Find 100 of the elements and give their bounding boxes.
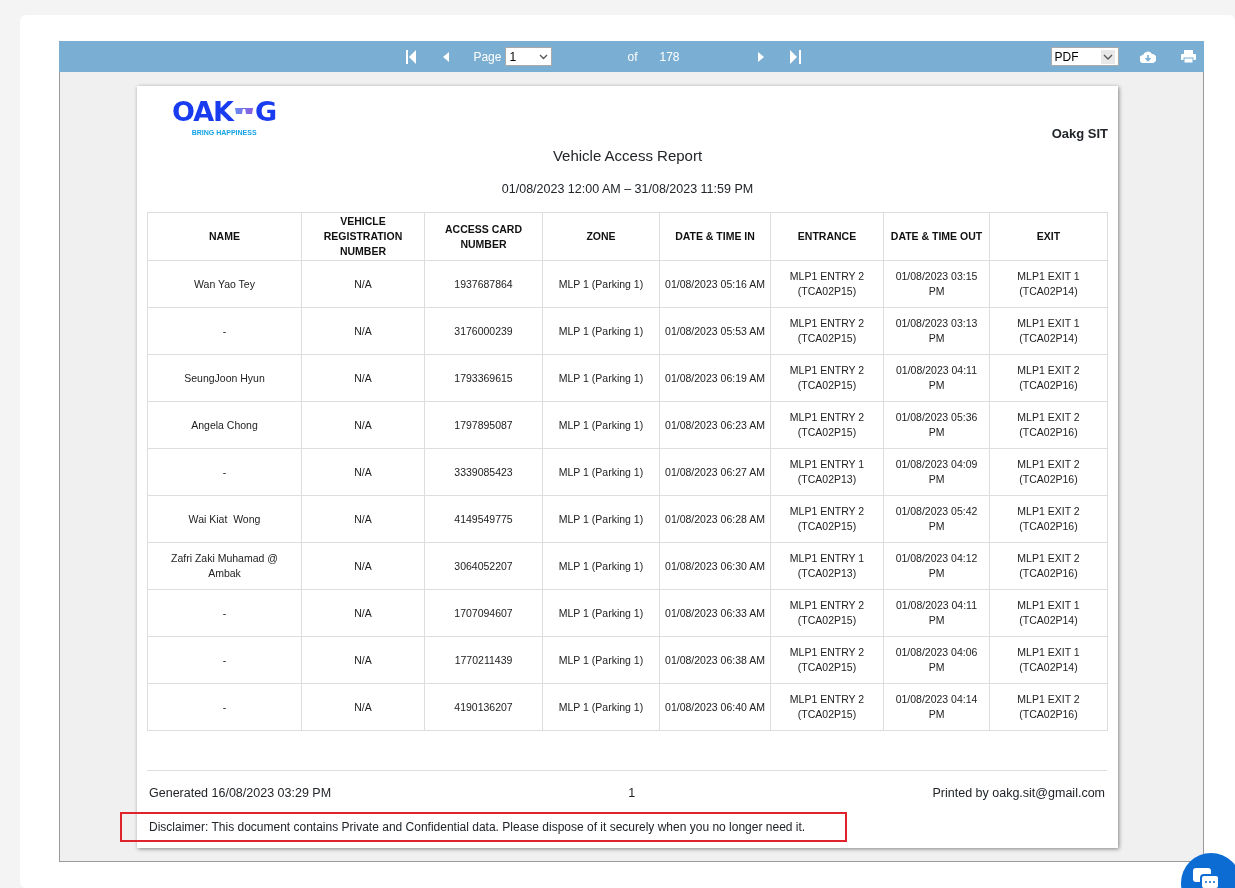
table-cell: N/A <box>301 589 425 637</box>
table-cell: 01/08/2023 06:30 AM <box>659 542 771 590</box>
table-cell: MLP1 EXIT 2 (TCA02P16) <box>989 448 1108 496</box>
page-label: Page <box>473 48 502 66</box>
table-cell: MLP 1 (Parking 1) <box>542 260 660 308</box>
table-cell: MLP1 EXIT 1 (TCA02P14) <box>989 307 1108 355</box>
generated-timestamp: Generated 16/08/2023 03:29 PM <box>149 785 332 803</box>
table-cell: 4149549775 <box>424 495 543 543</box>
table-cell: N/A <box>301 636 425 684</box>
of-label: of <box>627 48 638 66</box>
table-cell: MLP1 ENTRY 2 (TCA02P15) <box>770 636 884 684</box>
table-cell: N/A <box>301 495 425 543</box>
table-cell: 01/08/2023 05:36 PM <box>883 401 990 449</box>
table-cell: MLP 1 (Parking 1) <box>542 401 660 449</box>
table-cell: MLP1 ENTRY 2 (TCA02P15) <box>770 589 884 637</box>
table-cell: 3064052207 <box>424 542 543 590</box>
table-cell: - <box>147 683 302 731</box>
table-cell: 01/08/2023 06:19 AM <box>659 354 771 402</box>
table-cell: N/A <box>301 401 425 449</box>
column-header: ZONE <box>542 212 660 261</box>
table-cell: MLP1 ENTRY 2 (TCA02P15) <box>770 307 884 355</box>
date-range: 01/08/2023 12:00 AM – 31/08/2023 11:59 PM <box>500 180 755 198</box>
table-cell: 01/08/2023 06:33 AM <box>659 589 771 637</box>
table-cell: MLP1 EXIT 1 (TCA02P14) <box>989 589 1108 637</box>
column-header: NAME <box>147 212 302 261</box>
table-cell: 01/08/2023 03:13 PM <box>883 307 990 355</box>
cloud-download-icon[interactable] <box>1140 50 1156 63</box>
table-cell: 01/08/2023 06:27 AM <box>659 448 771 496</box>
first-page-icon[interactable] <box>406 49 418 64</box>
table-cell: 3339085423 <box>424 448 543 496</box>
table-cell: N/A <box>301 260 425 308</box>
table-cell: MLP1 ENTRY 2 (TCA02P15) <box>770 683 884 731</box>
table-cell: MLP1 ENTRY 2 (TCA02P15) <box>770 401 884 449</box>
table-cell: 1793369615 <box>424 354 543 402</box>
table-cell: MLP1 EXIT 1 (TCA02P14) <box>989 260 1108 308</box>
table-cell: Angela Chong <box>147 401 302 449</box>
table-cell: 01/08/2023 04:09 PM <box>883 448 990 496</box>
table-cell: MLP1 EXIT 2 (TCA02P16) <box>989 401 1108 449</box>
table-cell: SeungJoon Hyun <box>147 354 302 402</box>
column-header: VEHICLE REGISTRATION NUMBER <box>301 212 425 261</box>
table-cell: 3176000239 <box>424 307 543 355</box>
table-cell: MLP 1 (Parking 1) <box>542 542 660 590</box>
table-cell: 01/08/2023 06:28 AM <box>659 495 771 543</box>
next-page-icon[interactable] <box>757 51 764 62</box>
table-cell: MLP 1 (Parking 1) <box>542 307 660 355</box>
table-cell: N/A <box>301 307 425 355</box>
table-cell: Zafri Zaki Muhamad @ Ambak <box>147 542 302 590</box>
table-cell: MLP 1 (Parking 1) <box>542 636 660 684</box>
report-title: Vehicle Access Report <box>551 146 704 166</box>
table-cell: N/A <box>301 448 425 496</box>
table-cell: MLP1 ENTRY 1 (TCA02P13) <box>770 542 884 590</box>
table-cell: 01/08/2023 04:12 PM <box>883 542 990 590</box>
table-cell: MLP1 ENTRY 1 (TCA02P13) <box>770 448 884 496</box>
table-cell: Wan Yao Tey <box>147 260 302 308</box>
last-page-icon[interactable] <box>789 49 801 64</box>
table-cell: - <box>147 448 302 496</box>
table-cell: MLP1 EXIT 1 (TCA02P14) <box>989 636 1108 684</box>
print-icon[interactable] <box>1181 50 1196 63</box>
table-cell: MLP 1 (Parking 1) <box>542 495 660 543</box>
column-header: ACCESS CARD NUMBER <box>424 212 543 261</box>
table-cell: 01/08/2023 03:15 PM <box>883 260 990 308</box>
column-header: EXIT <box>989 212 1108 261</box>
table-cell: 1937687864 <box>424 260 543 308</box>
disclaimer-text: Disclaimer: This document contains Private and Confidential data. Please dispose of it securely when you no longer need it. <box>120 812 848 842</box>
chat-icon <box>1191 865 1221 888</box>
table-cell: 1707094607 <box>424 589 543 637</box>
table-cell: MLP1 EXIT 2 (TCA02P16) <box>989 542 1108 590</box>
table-cell: MLP1 ENTRY 2 (TCA02P15) <box>770 354 884 402</box>
table-cell: MLP1 EXIT 2 (TCA02P16) <box>989 683 1108 731</box>
export-format-select[interactable]: PDF <box>1050 47 1119 66</box>
column-header: ENTRANCE <box>770 212 884 261</box>
table-cell: MLP1 EXIT 2 (TCA02P16) <box>989 354 1108 402</box>
table-cell: 4190136207 <box>424 683 543 731</box>
table-cell: 01/08/2023 04:11 PM <box>883 589 990 637</box>
page-select[interactable]: 1 <box>505 47 553 66</box>
table-cell: 01/08/2023 06:23 AM <box>659 401 771 449</box>
table-cell: Wai Kiat Wong <box>147 495 302 543</box>
caret-icon <box>1101 49 1115 64</box>
previous-page-icon[interactable] <box>443 51 450 62</box>
table-cell: - <box>147 589 302 637</box>
table-cell: 01/08/2023 06:38 AM <box>659 636 771 684</box>
table-cell: 01/08/2023 05:53 AM <box>659 307 771 355</box>
column-header: DATE & TIME OUT <box>883 212 990 261</box>
table-cell: 01/08/2023 06:40 AM <box>659 683 771 731</box>
table-cell: N/A <box>301 354 425 402</box>
table-cell: 1770211439 <box>424 636 543 684</box>
sunglasses-icon <box>235 107 254 116</box>
total-pages: 178 <box>659 48 680 66</box>
column-header: DATE & TIME IN <box>659 212 771 261</box>
table-cell: MLP 1 (Parking 1) <box>542 589 660 637</box>
caret-icon <box>539 53 549 60</box>
table-cell: 01/08/2023 05:42 PM <box>883 495 990 543</box>
table-cell: 01/08/2023 04:14 PM <box>883 683 990 731</box>
table-cell: MLP 1 (Parking 1) <box>542 448 660 496</box>
table-cell: MLP 1 (Parking 1) <box>542 354 660 402</box>
printed-by: Printed by oakg.sit@gmail.com <box>932 785 1105 803</box>
table-cell: MLP1 ENTRY 2 (TCA02P15) <box>770 495 884 543</box>
table-cell: MLP1 ENTRY 2 (TCA02P15) <box>770 260 884 308</box>
table-cell: 01/08/2023 04:11 PM <box>883 354 990 402</box>
logo-text: OAK <box>172 98 234 125</box>
